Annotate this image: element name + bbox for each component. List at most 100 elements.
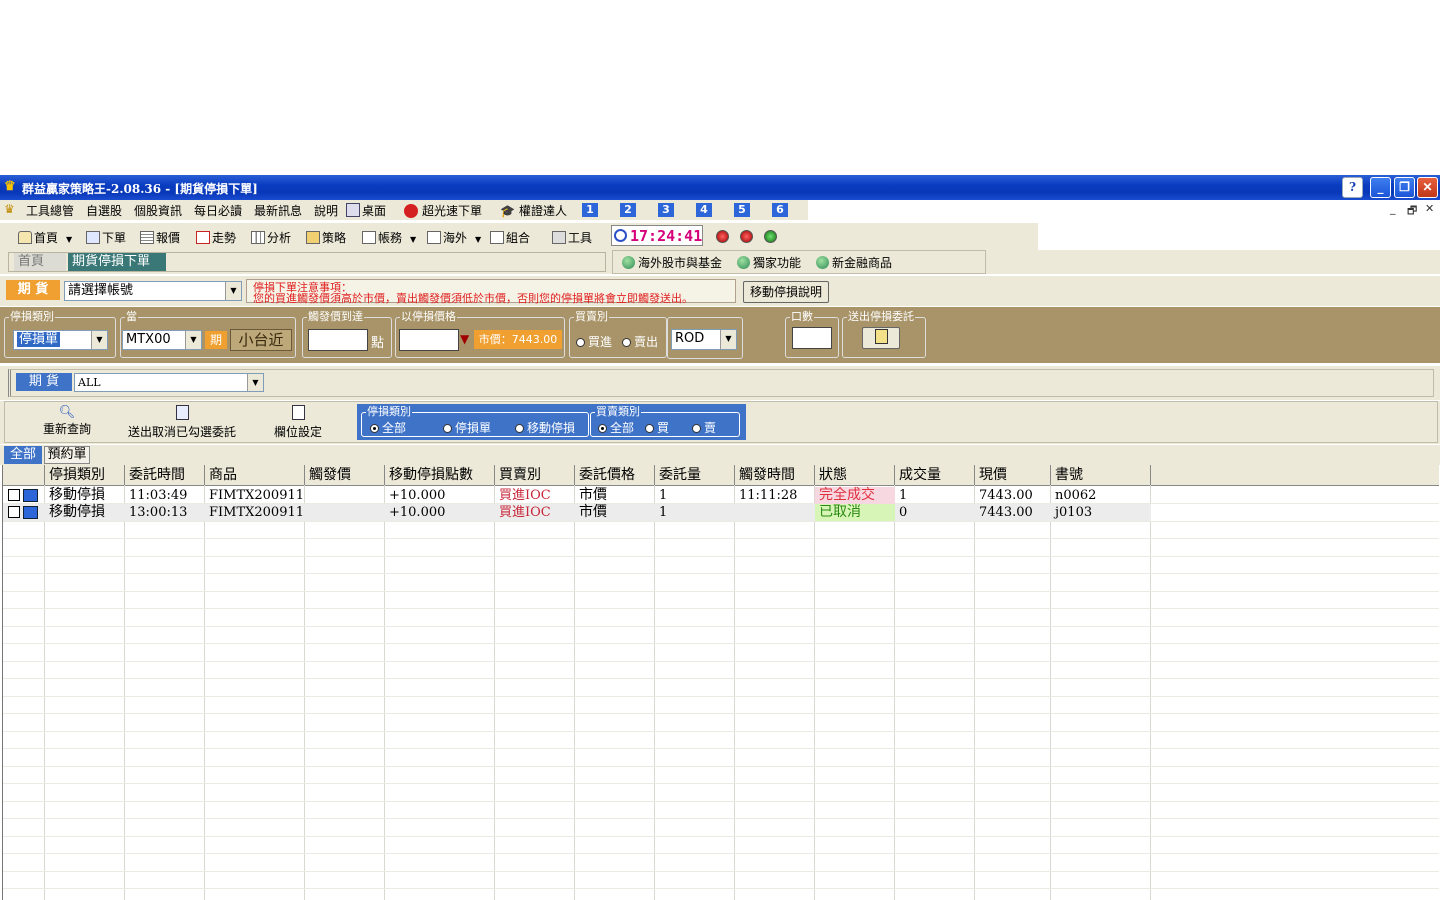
header-trigger-price[interactable]: 觸發價 [305,465,385,485]
stoploss-price-input[interactable] [399,329,459,351]
sell-radio[interactable]: 賣出 [622,333,658,350]
type-trailing-radio[interactable]: 移動停損 [515,419,575,436]
requery-button[interactable]: 🔍︎ 重新查詢 [42,405,92,437]
table-row[interactable]: 移動停損 13:00:13 FIMTX200911 +10.000 買進IOC … [3,504,1151,521]
menu-news[interactable]: 最新訊息 [254,202,302,219]
mdi-minimize-button[interactable]: _ [1390,202,1396,215]
link-new-products[interactable]: 新金融商品 [816,254,892,271]
notice-body: 您的買進觸發價須高於市價，賣出觸發價須低於市價，否則您的停損單將會立即觸發送出。 [253,292,693,305]
toolbar-order[interactable]: 下單 [86,229,126,246]
toolbar-home[interactable]: 首頁 ▼ [18,229,72,246]
overseas-dropdown-icon: ▼ [475,235,482,244]
header-current-price[interactable]: 現價 [975,465,1051,485]
tab-all[interactable]: 全部 [4,446,42,464]
toolbar-accounts[interactable]: 帳務 ▼ [362,229,416,246]
header-status[interactable]: 狀態 [815,465,895,485]
menu-daily-read[interactable]: 每日必讀 [194,202,242,219]
tab-reservation[interactable]: 預約單 [44,446,90,464]
table-row[interactable]: 移動停損 11:03:49 FIMTX200911 +10.000 買進IOC … [3,487,1151,504]
radio-icon [576,338,585,347]
row-checkbox[interactable] [8,489,20,501]
price-dropdown-icon[interactable]: ▼ [460,332,469,346]
order-notice: 停損下單注意事項： 您的買進觸發價須高於市價，賣出觸發價須低於市價，否則您的停損… [246,279,736,305]
menu-ultra-order[interactable]: 超光速下單 [404,202,482,219]
calculator-icon[interactable] [23,506,38,519]
restore-button[interactable]: ❐ [1394,177,1415,198]
cell-stoploss-type: 移動停損 [49,504,105,520]
cancel-selected-button[interactable]: 送出取消已勾選委託 [126,405,238,440]
row-checkbox[interactable] [8,506,20,518]
cell-filled-qty: 0 [899,505,908,520]
header-trailing-points[interactable]: 移動停損點數 [385,465,495,485]
column-settings-button[interactable]: 欄位設定 [272,405,324,440]
status-light-red-icon[interactable] [716,230,729,243]
workspace-4-button[interactable]: 4 [696,203,712,217]
toolbar-overseas[interactable]: 海外 ▼ [427,229,481,246]
column-divider [814,485,815,900]
type-all-radio[interactable]: 全部 [370,419,406,436]
side-all-label: 全部 [610,421,635,435]
menu-tools-manager[interactable]: 工具總管 [26,202,74,219]
workspace-6-button[interactable]: 6 [772,203,788,217]
chevron-down-icon: ▼ [247,374,263,391]
header-stoploss-type[interactable]: 停損類別 [45,465,125,485]
tif-select[interactable]: ROD ▼ [671,329,737,350]
workspace-3-button[interactable]: 3 [658,203,674,217]
side-all-radio[interactable]: 全部 [598,419,634,436]
mdi-close-button[interactable]: ✕ [1425,202,1434,215]
mdi-restore-button[interactable]: 🗗 [1407,202,1417,221]
toolbar-accounts-label: 帳務 [378,231,403,245]
menu-warrant-expert[interactable]: 🎓 權證達人 [500,202,567,219]
side-buy-radio[interactable]: 買 [645,419,669,436]
link-exclusive[interactable]: 獨家功能 [737,254,801,271]
toolbar-tools[interactable]: 工具 [552,229,592,246]
status-light-red-icon[interactable] [740,230,753,243]
header-book-no[interactable]: 書號 [1051,465,1151,485]
header-filled-qty[interactable]: 成交量 [895,465,975,485]
trigger-price-input[interactable] [308,329,368,351]
minimize-button[interactable]: _ [1370,177,1391,198]
menu-help[interactable]: 說明 [314,202,338,219]
stoploss-type-select[interactable]: 停損單 ▼ [13,330,108,350]
header-order-qty[interactable]: 委託量 [655,465,735,485]
menu-stock-info[interactable]: 個股資訊 [134,202,182,219]
cell-current-price: 7443.00 [979,505,1033,520]
header-order-price[interactable]: 委託價格 [575,465,655,485]
header-side[interactable]: 買賣別 [495,465,575,485]
clock-display: 17:24:41 [611,225,703,246]
status-light-green-icon[interactable] [764,230,777,243]
toolbar-strategy[interactable]: 策略 [306,229,346,246]
workspace-1-button[interactable]: 1 [582,203,598,217]
help-button[interactable]: ? [1342,177,1363,198]
send-stoploss-button[interactable] [862,327,900,349]
buy-radio[interactable]: 買進 [576,333,612,350]
tab-futures-stoploss[interactable]: 期貨停損下單 [68,253,166,271]
filter-account-select[interactable]: ALL ▼ [74,373,264,392]
cell-side: 買進IOC [499,488,551,503]
link-overseas-funds[interactable]: 海外股市與基金 [622,254,722,271]
tab-home[interactable]: 首頁 [14,253,66,271]
row-gridline [3,783,1439,784]
header-trigger-time[interactable]: 觸發時間 [735,465,815,485]
close-button[interactable]: ✕ [1417,177,1438,198]
toolbar-quote[interactable]: 報價 [140,229,180,246]
account-select[interactable]: 請選擇帳號 ▼ [64,281,242,301]
quantity-input[interactable] [792,327,832,349]
side-sell-radio[interactable]: 賣 [692,419,716,436]
calculator-icon[interactable] [23,489,38,502]
workspace-2-button[interactable]: 2 [620,203,636,217]
cell-stoploss-type: 移動停損 [49,487,105,503]
overseas-icon [427,231,441,244]
toolbar-combo[interactable]: 組合 [490,229,530,246]
toolbar-trend[interactable]: 走勢 [196,229,236,246]
type-stoploss-radio[interactable]: 停損單 [443,419,491,436]
menu-desktop[interactable]: 桌面 [346,202,386,219]
toolbar-analysis[interactable]: 分析 [251,229,291,246]
market-price-label: 市價：7443.00 [474,330,562,349]
product-select[interactable]: MTX00 ▼ [122,330,202,350]
menu-watchlist[interactable]: 自選股 [86,202,122,219]
header-product[interactable]: 商品 [205,465,305,485]
workspace-5-button[interactable]: 5 [734,203,750,217]
stoploss-explain-button[interactable]: 移動停損說明 [743,281,829,303]
header-order-time[interactable]: 委託時間 [125,465,205,485]
